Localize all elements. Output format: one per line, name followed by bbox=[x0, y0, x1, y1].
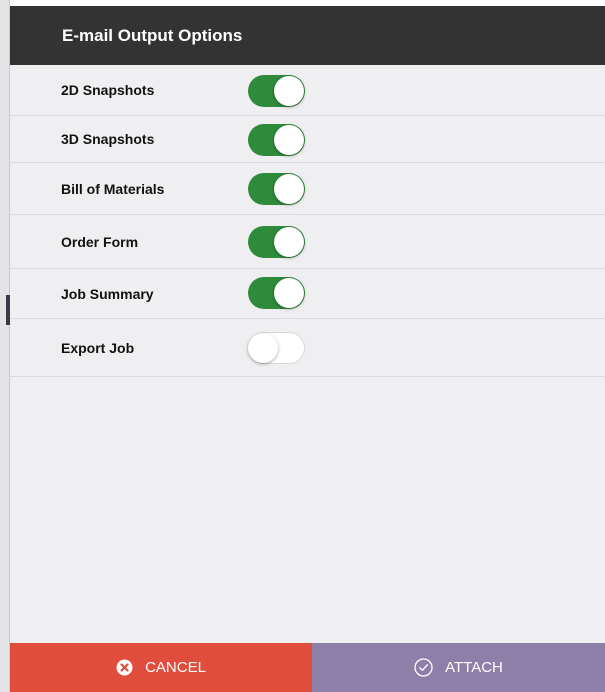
toggle-order-form[interactable] bbox=[248, 226, 305, 258]
toggle-bill-of-materials[interactable] bbox=[248, 173, 305, 205]
toggle-knob bbox=[274, 227, 304, 257]
option-row-3d-snapshots: 3D Snapshots bbox=[10, 116, 605, 163]
dialog-title-bar: E-mail Output Options bbox=[10, 6, 605, 65]
cancel-label: CANCEL bbox=[145, 659, 206, 676]
toggle-knob bbox=[248, 333, 278, 363]
toggle-knob bbox=[274, 125, 304, 155]
options-list: 2D Snapshots 3D Snapshots Bill of Materi… bbox=[10, 65, 605, 377]
option-row-bill-of-materials: Bill of Materials bbox=[10, 163, 605, 215]
check-circle-icon bbox=[414, 658, 433, 677]
attach-button[interactable]: ATTACH bbox=[312, 643, 605, 692]
option-label: 2D Snapshots bbox=[61, 82, 155, 98]
option-row-2d-snapshots: 2D Snapshots bbox=[10, 65, 605, 116]
option-label: Order Form bbox=[61, 233, 139, 250]
toggle-knob bbox=[274, 76, 304, 106]
option-label: 3D Snapshots bbox=[61, 131, 155, 147]
dialog-footer: CANCEL ATTACH bbox=[10, 643, 605, 692]
toggle-knob bbox=[274, 278, 304, 308]
cancel-circle-icon bbox=[116, 659, 133, 676]
option-label: Bill of Materials bbox=[61, 180, 165, 197]
option-label: Export Job bbox=[61, 339, 135, 356]
dialog-title: E-mail Output Options bbox=[62, 25, 243, 45]
option-row-export-job: Export Job bbox=[10, 319, 605, 377]
toggle-job-summary[interactable] bbox=[248, 277, 305, 309]
option-row-job-summary: Job Summary bbox=[10, 269, 605, 319]
option-row-order-form: Order Form bbox=[10, 215, 605, 269]
attach-label: ATTACH bbox=[445, 659, 503, 676]
toggle-2d-snapshots[interactable] bbox=[248, 75, 305, 107]
toggle-export-job[interactable] bbox=[248, 332, 305, 364]
left-edge-panel bbox=[0, 0, 10, 692]
cancel-button[interactable]: CANCEL bbox=[10, 643, 312, 692]
option-label: Job Summary bbox=[61, 285, 154, 302]
email-output-options-dialog: E-mail Output Options 2D Snapshots 3D Sn… bbox=[10, 6, 605, 692]
toggle-3d-snapshots[interactable] bbox=[248, 124, 305, 156]
toggle-knob bbox=[274, 174, 304, 204]
